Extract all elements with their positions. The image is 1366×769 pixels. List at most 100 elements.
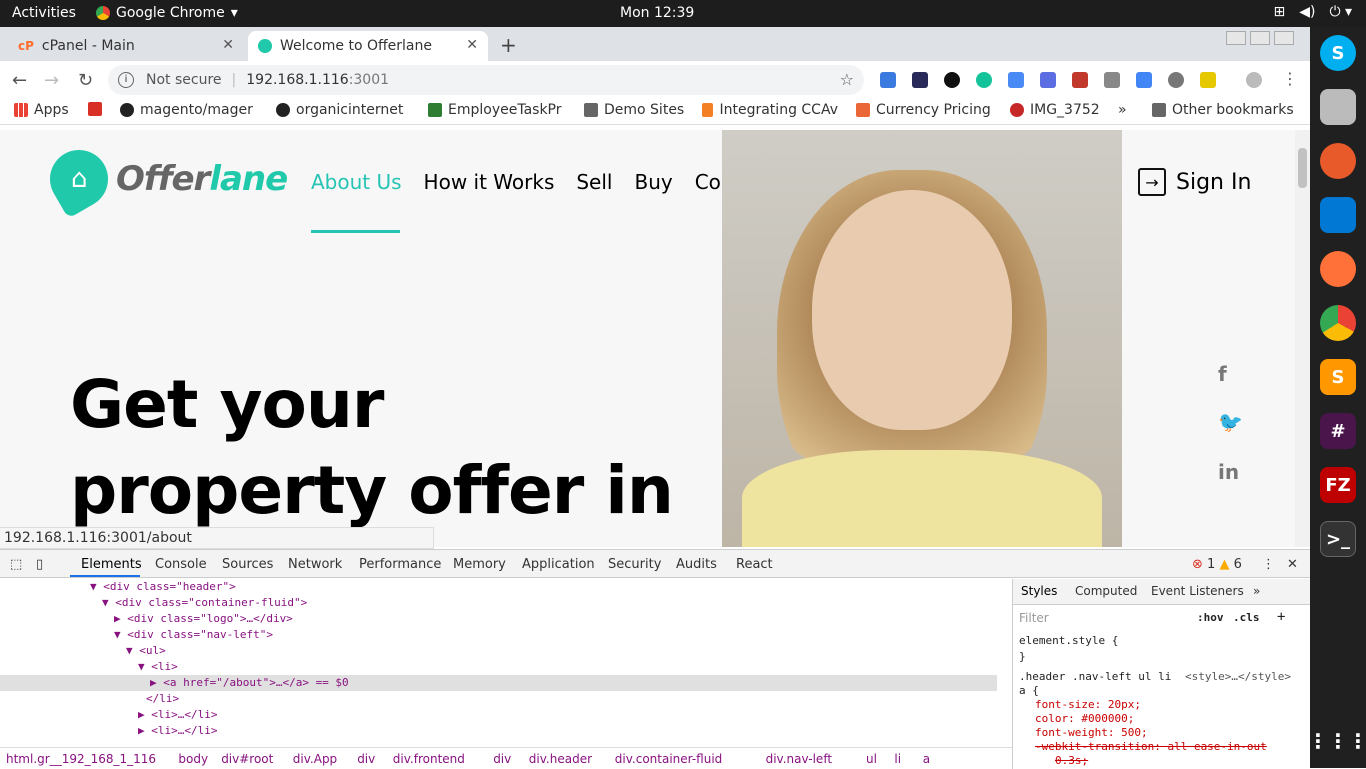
breadcrumb-item[interactable]: div.App: [293, 752, 337, 766]
bookmark-item[interactable]: organicinternet: [276, 102, 412, 118]
breadcrumb-item[interactable]: div.header: [529, 752, 592, 766]
translate-icon[interactable]: [1136, 72, 1152, 88]
breadcrumb-item[interactable]: div.container-fluid: [615, 752, 722, 766]
extension-icon[interactable]: [1200, 72, 1216, 88]
dom-node[interactable]: ▼ <ul>: [126, 643, 166, 659]
extension-icon[interactable]: [1008, 72, 1024, 88]
tab-elements[interactable]: Elements: [81, 557, 142, 572]
twitter-icon[interactable]: 🐦: [1218, 410, 1243, 434]
nav-how-it-works[interactable]: How it Works: [424, 170, 555, 194]
bookmark-item[interactable]: [88, 102, 108, 116]
chrome-dock-icon[interactable]: [1320, 305, 1356, 341]
devtools-close-icon[interactable]: ✕: [1287, 557, 1298, 572]
hov-button[interactable]: :hov: [1197, 611, 1224, 624]
close-icon[interactable]: ✕: [222, 37, 234, 53]
sign-in-button[interactable]: → Sign In: [1138, 168, 1251, 196]
tab-application[interactable]: Application: [522, 557, 595, 572]
info-icon[interactable]: i: [118, 72, 134, 88]
maximize-button[interactable]: [1250, 31, 1270, 45]
tab-styles[interactable]: Styles: [1021, 584, 1057, 598]
tab-memory[interactable]: Memory: [453, 557, 506, 572]
rule-source[interactable]: <style>…</style>: [1185, 670, 1291, 683]
inspect-icon[interactable]: ⬚: [10, 557, 22, 572]
profile-avatar[interactable]: [1246, 72, 1262, 88]
facebook-icon[interactable]: f: [1218, 362, 1227, 386]
vscode-icon[interactable]: [1320, 197, 1356, 233]
tab-audits[interactable]: Audits: [676, 557, 717, 572]
slack-icon[interactable]: #: [1320, 413, 1356, 449]
cls-button[interactable]: .cls: [1233, 611, 1260, 624]
styles-filter-input[interactable]: Filter: [1019, 611, 1049, 625]
dom-node[interactable]: ▼ <div class="nav-left">: [114, 627, 273, 643]
nav-about-us[interactable]: About Us: [311, 170, 402, 194]
dom-node[interactable]: ▶ <div class="logo">…</div>: [114, 611, 293, 627]
breadcrumb-item[interactable]: div.nav-left: [766, 752, 832, 766]
tab-security[interactable]: Security: [608, 557, 661, 572]
breadcrumb-item[interactable]: div: [357, 752, 375, 766]
tab-network[interactable]: Network: [288, 557, 342, 572]
bookmark-item[interactable]: magento/mager: [120, 102, 256, 118]
site-logo[interactable]: ⌂ Offerlane: [39, 139, 288, 219]
grammarly-icon[interactable]: [976, 72, 992, 88]
dom-node[interactable]: ▼ <div class="header">: [90, 579, 236, 595]
elements-tree[interactable]: ▼ <div class="header"> ▼ <div class="cont…: [0, 579, 997, 741]
extension-icon[interactable]: [1072, 72, 1088, 88]
nav-buy[interactable]: Buy: [634, 170, 672, 194]
bookmark-item[interactable]: Currency Pricing: [856, 102, 992, 118]
system-tray[interactable]: ⊞ ◀) ⏻ ▾: [1273, 4, 1352, 20]
address-bar[interactable]: i Not secure | 192.168.1.116:3001 ☆: [108, 65, 864, 95]
tab-performance[interactable]: Performance: [359, 557, 441, 572]
dom-node[interactable]: </li>: [146, 691, 179, 707]
error-count[interactable]: ⊗ 1 ▲ 6: [1192, 557, 1242, 572]
minimize-button[interactable]: [1226, 31, 1246, 45]
linkedin-icon[interactable]: in: [1218, 460, 1239, 484]
tab-console[interactable]: Console: [155, 557, 207, 572]
sublime-icon[interactable]: S: [1320, 359, 1356, 395]
clock[interactable]: Mon 12:39: [620, 5, 694, 21]
bookmarks-overflow[interactable]: »: [1118, 102, 1127, 118]
camera-icon[interactable]: [1104, 72, 1120, 88]
device-toggle-icon[interactable]: ▯: [36, 557, 43, 572]
menu-kebab-icon[interactable]: ⋮: [1282, 69, 1298, 88]
bookmark-item[interactable]: IMG_3752: [1010, 102, 1100, 118]
page-scrollbar[interactable]: [1295, 130, 1310, 547]
breadcrumb-item[interactable]: html.gr__192_168_1_116: [6, 752, 156, 766]
breadcrumb-item[interactable]: body: [178, 752, 208, 766]
app-menu[interactable]: Google Chrome ▾: [96, 5, 238, 21]
close-icon[interactable]: ✕: [466, 37, 478, 53]
breadcrumb-item[interactable]: div: [493, 752, 511, 766]
dom-node[interactable]: ▼ <div class="container-fluid">: [102, 595, 307, 611]
dom-node[interactable]: ▶ <li>…</li>: [138, 723, 217, 739]
extension-icon[interactable]: [1168, 72, 1184, 88]
style-prop[interactable]: font-size: 20px;: [1035, 698, 1141, 711]
bookmark-star-icon[interactable]: ☆: [840, 70, 854, 89]
filezilla-icon[interactable]: FZ: [1320, 467, 1356, 503]
nav-sell[interactable]: Sell: [576, 170, 612, 194]
add-rule-button[interactable]: +: [1277, 609, 1285, 625]
devtools-menu-icon[interactable]: ⋮: [1262, 557, 1275, 572]
breadcrumb-item[interactable]: div.frontend: [393, 752, 465, 766]
style-prop[interactable]: font-weight: 500;: [1035, 726, 1148, 739]
show-apps-icon[interactable]: ⋮⋮⋮: [1308, 723, 1366, 759]
tab-event-listeners[interactable]: Event Listeners: [1151, 584, 1244, 598]
style-prop[interactable]: 0.3s;: [1055, 754, 1088, 767]
style-prop[interactable]: color: #000000;: [1035, 712, 1134, 725]
bookmark-other[interactable]: Other bookmarks: [1152, 102, 1294, 118]
inkscape-icon[interactable]: [1320, 143, 1356, 179]
style-prop[interactable]: -webkit-transition: all ease-in-out: [1035, 740, 1267, 753]
breadcrumb-item[interactable]: li: [894, 752, 901, 766]
tab-offerlane[interactable]: Welcome to Offerlane ✕: [248, 31, 488, 61]
bookmark-folder[interactable]: Demo Sites: [584, 102, 684, 118]
bookmark-apps[interactable]: Apps: [14, 102, 69, 118]
files-icon[interactable]: [1320, 89, 1356, 125]
extension-icon[interactable]: [1040, 72, 1056, 88]
close-window-button[interactable]: [1274, 31, 1294, 45]
new-tab-button[interactable]: +: [500, 33, 517, 57]
window-controls[interactable]: [1226, 31, 1294, 45]
scrollbar-thumb[interactable]: [1298, 148, 1307, 188]
styles-overflow[interactable]: »: [1253, 584, 1260, 598]
bookmark-item[interactable]: EmployeeTaskPr: [428, 102, 564, 118]
skype-icon[interactable]: S: [1320, 35, 1356, 71]
reload-button[interactable]: ↻: [78, 70, 93, 91]
dom-node[interactable]: ▼ <li>: [138, 659, 178, 675]
